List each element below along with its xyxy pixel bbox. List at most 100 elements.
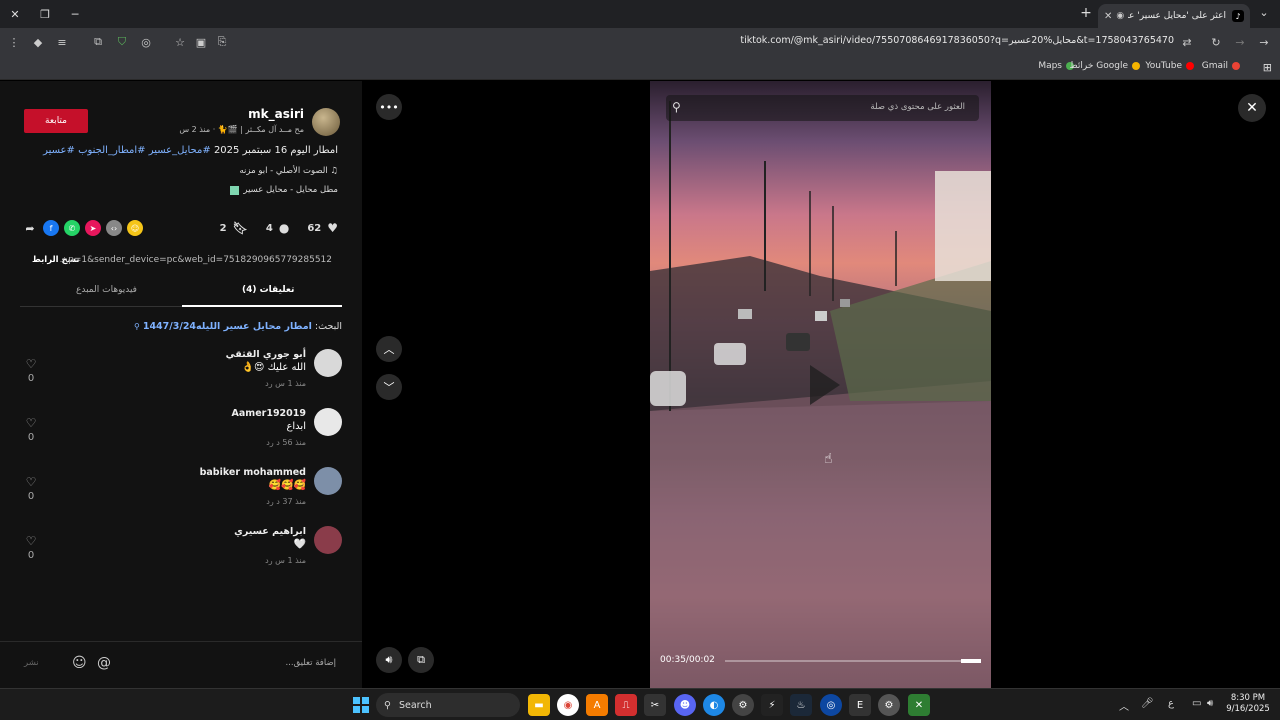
next-video-icon[interactable]: ﹀ xyxy=(376,374,402,400)
app-c-icon[interactable]: ⚙ xyxy=(732,694,754,716)
send-icon[interactable]: ➤ xyxy=(85,220,101,236)
active-tab[interactable]: ♪ اعثر على 'محايل عسير' على ◉ ✕ xyxy=(1098,4,1250,28)
microphone-icon[interactable]: 🎤︎ xyxy=(1141,698,1154,709)
video-search-bar[interactable]: ⚲ العثور على محتوى ذي صلة xyxy=(666,95,979,121)
steam-icon[interactable]: ♨ xyxy=(790,694,812,716)
cast-icon[interactable]: ▣ xyxy=(191,32,211,52)
play-icon[interactable] xyxy=(810,365,840,405)
commenter-avatar[interactable] xyxy=(314,526,342,554)
profile-icon[interactable]: ◆ xyxy=(28,32,48,52)
start-icon[interactable] xyxy=(350,694,372,716)
commenter-name[interactable]: أبو جوري القثقي xyxy=(226,349,306,360)
commenter-avatar[interactable] xyxy=(314,408,342,436)
speaker-icon[interactable]: 🔊︎ xyxy=(1207,698,1213,709)
location-link[interactable]: مطل محايل - محايل عسير xyxy=(230,185,338,195)
audio-tab-icon[interactable]: ◉ xyxy=(1116,11,1124,21)
browser-icon[interactable]: ◐ xyxy=(703,694,725,716)
taskbar-search[interactable]: ⚲ Search xyxy=(376,693,520,717)
commenter-name[interactable]: babiker mohammed xyxy=(200,467,306,478)
capcut-icon[interactable]: ✂ xyxy=(644,694,666,716)
bookmark-google-maps[interactable]: خرائط Google xyxy=(1069,61,1140,71)
chrome-icon[interactable]: ◉ xyxy=(557,694,579,716)
author-avatar[interactable] xyxy=(312,108,340,136)
xbox-icon[interactable]: ✕ xyxy=(908,694,930,716)
comment-meta[interactable]: منذ 1 س رد xyxy=(265,379,306,388)
settings-icon[interactable]: ⚙ xyxy=(878,694,900,716)
whatsapp-icon[interactable]: ✆ xyxy=(64,220,80,236)
like-stat[interactable]: 62 ♥ xyxy=(307,221,338,235)
description-hashtags[interactable]: #محايل_عسير #امطار_الجنوب #عسير xyxy=(43,145,211,156)
comment-like-icon[interactable]: ♡ xyxy=(24,534,38,548)
comment-like-icon[interactable]: ♡ xyxy=(24,475,38,489)
commenter-name[interactable]: ابراهيم عسيري xyxy=(234,526,306,537)
reload-icon[interactable]: ↻ xyxy=(1206,32,1226,52)
comment-meta[interactable]: منذ 37 د رد xyxy=(266,497,306,506)
all-bookmarks-icon[interactable]: ⊞ xyxy=(1263,61,1272,74)
site-settings-icon[interactable]: ⇄ xyxy=(1177,32,1197,52)
emoji-icon[interactable]: ☺ xyxy=(72,655,87,671)
facebook-icon[interactable]: f xyxy=(43,220,59,236)
app-d-icon[interactable]: ⚡ xyxy=(761,694,783,716)
network-icon[interactable]: ▭ xyxy=(1192,698,1201,709)
music-link[interactable]: ♫ الصوت الأصلي - ابو مزنه xyxy=(239,166,338,176)
bookmark-star-icon[interactable]: ☆ xyxy=(170,32,190,52)
app-b-icon[interactable]: ⎍ xyxy=(615,694,637,716)
reading-list-icon[interactable]: ≡ xyxy=(52,32,72,52)
comment-meta[interactable]: منذ 56 د رد xyxy=(266,438,306,447)
url-field[interactable]: tiktok.com/@mk_asiri/video/7550708646917… xyxy=(740,35,1174,46)
comment-like-icon[interactable]: ♡ xyxy=(24,416,38,430)
file-explorer-icon[interactable]: ▬ xyxy=(528,694,550,716)
search-query-link[interactable]: امطار محايل عسير الليله1447/3/24 xyxy=(143,321,312,332)
install-app-icon[interactable]: ⎘ xyxy=(212,32,232,52)
friends-icon[interactable]: ☺ xyxy=(127,220,143,236)
extensions-icon[interactable]: ⧉ xyxy=(88,32,108,52)
author-name[interactable]: mk_asiri xyxy=(248,107,304,121)
close-video-icon[interactable]: ✕ xyxy=(1238,94,1266,122)
close-tab-icon[interactable]: ✕ xyxy=(1104,11,1112,22)
commenter-avatar[interactable] xyxy=(314,349,342,377)
post-comment-button[interactable]: نشر xyxy=(24,658,39,668)
tab-comments[interactable]: تعليقات (4) xyxy=(242,285,294,295)
epic-icon[interactable]: E xyxy=(849,694,871,716)
tab-search-icon[interactable]: ⌄ xyxy=(1256,4,1272,22)
more-options-icon[interactable]: ••• xyxy=(376,94,402,120)
previous-video-icon[interactable]: ︿ xyxy=(376,336,402,362)
bookmark-youtube[interactable]: YouTube xyxy=(1145,61,1194,71)
commenter-name[interactable]: Aamer192019 xyxy=(232,408,306,419)
volume-icon[interactable]: 🔊︎ xyxy=(376,647,402,673)
comment-text: 🤍 xyxy=(293,539,306,550)
comment-meta[interactable]: منذ 1 س رد xyxy=(265,556,306,565)
clock[interactable]: 8:30 PM 9/16/2025 xyxy=(1226,693,1270,715)
google-maps-icon xyxy=(1132,62,1140,70)
follow-button[interactable]: متابعة xyxy=(24,109,88,133)
mention-icon[interactable]: @ xyxy=(97,655,111,671)
share-arrow-icon[interactable]: ➦ xyxy=(22,220,38,236)
menu-icon[interactable]: ⋮ xyxy=(4,32,24,52)
forward-icon[interactable]: → xyxy=(1230,32,1250,52)
language-indicator[interactable]: ع xyxy=(1168,698,1174,709)
save-stat[interactable]: 2 🔖︎ xyxy=(220,221,248,235)
video-progress-bar[interactable] xyxy=(725,659,981,663)
extension-icon[interactable]: ◎ xyxy=(136,32,156,52)
close-window-icon[interactable]: ✕ xyxy=(0,0,30,28)
tray-overflow-icon[interactable]: ︿ xyxy=(1119,698,1129,713)
comment-stat[interactable]: 4 ● xyxy=(266,221,289,235)
video-player[interactable]: ⚲ العثور على محتوى ذي صلة 00:35/00:02 xyxy=(650,81,991,688)
shield-icon[interactable]: ⛉ xyxy=(112,32,132,52)
tab-creator-videos[interactable]: فيديوهات المبدع xyxy=(76,285,137,295)
discord-icon[interactable]: ☻ xyxy=(674,694,696,716)
commenter-avatar[interactable] xyxy=(314,467,342,495)
comment-like-icon[interactable]: ♡ xyxy=(24,357,38,371)
related-search[interactable]: البحث: امطار محايل عسير الليله1447/3/24 … xyxy=(134,321,342,332)
comment-input[interactable]: إضافة تعليق... xyxy=(285,658,336,668)
minimize-window-icon[interactable]: ─ xyxy=(60,0,90,28)
embed-icon[interactable]: ‹› xyxy=(106,220,122,236)
maximize-window-icon[interactable]: ❐ xyxy=(30,0,60,28)
floating-player-icon[interactable]: ⧉ xyxy=(408,647,434,673)
app-a-icon[interactable]: A xyxy=(586,694,608,716)
new-tab-icon[interactable]: + xyxy=(1077,4,1095,22)
back-icon[interactable]: → xyxy=(1254,32,1274,52)
comment-like-count: 0 xyxy=(27,550,35,561)
app-e-icon[interactable]: ◎ xyxy=(820,694,842,716)
bookmark-gmail[interactable]: Gmail xyxy=(1202,61,1240,71)
